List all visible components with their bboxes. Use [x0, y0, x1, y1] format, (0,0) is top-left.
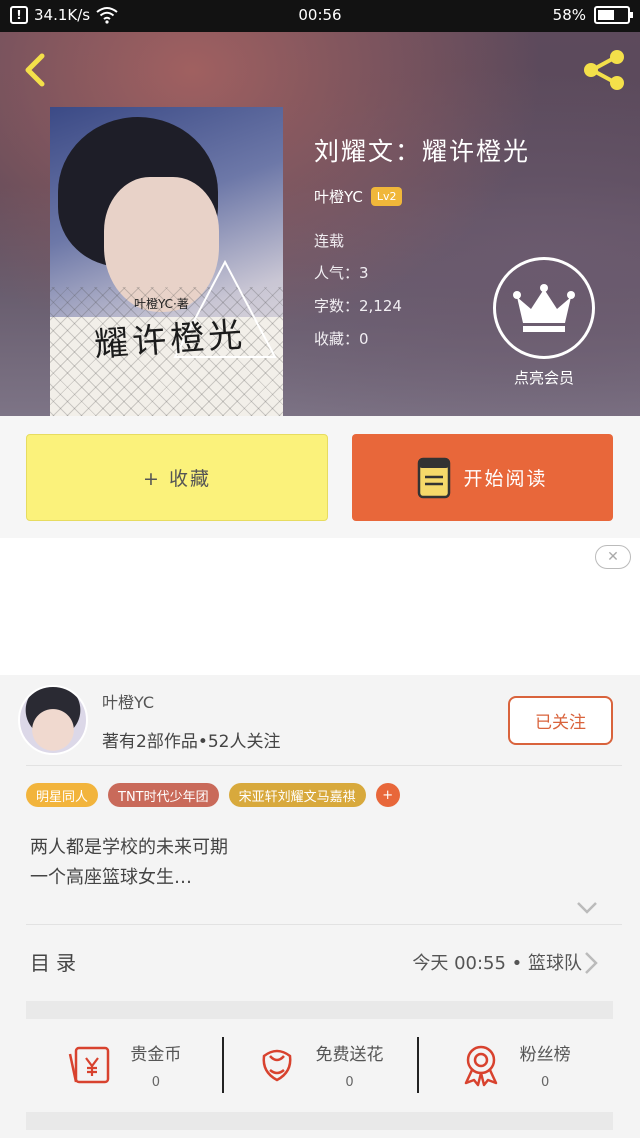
latest-chapter: 今天 00:55 • 篮球队 — [412, 953, 582, 974]
stat-text: 贵金币 0 — [130, 1040, 181, 1090]
medal-icon — [464, 1045, 497, 1087]
fan-ranking-stat[interactable]: 粉丝榜 0 — [417, 1019, 613, 1111]
book-title: 刘耀文：耀许橙光 — [314, 137, 531, 166]
back-icon[interactable] — [18, 50, 54, 90]
start-reading-label: 开始阅读 — [463, 468, 548, 490]
flower-icon — [262, 1049, 291, 1082]
card-author-stats: 著有2部作品•52人关注 — [102, 732, 281, 752]
book-favorites: 收藏：0 — [314, 330, 369, 348]
avatar[interactable] — [18, 685, 88, 755]
follow-button[interactable]: 已关注 — [508, 696, 613, 745]
gold-coin-stat[interactable]: 贵金币 0 — [26, 1019, 222, 1111]
start-reading-button[interactable]: 开始阅读 — [352, 434, 613, 521]
catalog-row[interactable]: 目录 今天 00:55 • 篮球队 — [0, 925, 640, 1001]
author-name[interactable]: 叶橙YC — [314, 186, 363, 207]
book-word-count: 字数：2,124 — [314, 297, 402, 315]
stat-label: 免费送花 — [315, 1045, 384, 1065]
cover-byline: 叶橙YC·著 — [134, 297, 189, 311]
collect-button[interactable]: + 收藏 — [26, 434, 328, 521]
chevron-right-icon — [585, 952, 598, 974]
section-separator — [26, 1112, 613, 1130]
action-bar: + 收藏 开始阅读 — [0, 416, 640, 538]
level-badge: Lv2 — [370, 187, 403, 206]
add-tag-button[interactable]: + — [375, 783, 400, 807]
author-card: 叶橙YC 著有2部作品•52人关注 已关注 明星同人 TNT时代少年团 宋亚轩刘… — [0, 675, 640, 1138]
tag-item[interactable]: TNT时代少年团 — [108, 783, 219, 807]
divider — [26, 765, 622, 766]
chevron-down-icon[interactable] — [576, 901, 598, 915]
book-cover[interactable]: 叶橙YC·著 耀许橙光 — [50, 107, 283, 416]
description-line: 一个高座篮球女生… — [30, 867, 192, 888]
book-status: 连载 — [314, 232, 345, 250]
stat-text: 粉丝榜 0 — [520, 1040, 571, 1090]
description-line: 两人都是学校的未来可期 — [30, 837, 228, 858]
tag-item[interactable]: 宋亚轩刘耀文马嘉祺 — [228, 783, 366, 807]
stat-value: 0 — [345, 1075, 354, 1090]
red-envelope-icon — [69, 1046, 110, 1084]
stat-value: 0 — [541, 1075, 550, 1090]
battery-icon — [594, 6, 633, 24]
book-icon — [418, 457, 451, 498]
stat-label: 粉丝榜 — [519, 1045, 571, 1065]
ad-area: ✕ — [0, 538, 640, 675]
stats-row: 贵金币 0 免费送花 0 粉丝榜 0 — [26, 1019, 613, 1111]
vip-label: 点亮会员 — [513, 369, 574, 387]
book-description[interactable]: 两人都是学校的未来可期 一个高座篮球女生… — [30, 833, 228, 893]
book-popularity: 人气：3 — [314, 264, 369, 282]
card-author-name[interactable]: 叶橙YC — [102, 689, 154, 713]
book-header: 叶橙YC·著 耀许橙光 刘耀文：耀许橙光 叶橙YC Lv2 连载 人气：3 字数… — [0, 32, 640, 416]
tag-item[interactable]: 明星同人 — [26, 783, 99, 807]
catalog-label: 目录 — [30, 951, 82, 975]
stat-text: 免费送花 0 — [316, 1040, 384, 1090]
battery-fill — [598, 10, 615, 20]
free-flower-stat[interactable]: 免费送花 0 — [221, 1019, 418, 1111]
share-icon[interactable] — [580, 48, 628, 92]
tag-list: 明星同人 TNT时代少年团 宋亚轩刘耀文马嘉祺 + — [26, 783, 400, 807]
stat-value: 0 — [151, 1075, 160, 1090]
author-row: 叶橙YC Lv2 — [314, 186, 403, 207]
stat-label: 贵金币 — [130, 1045, 182, 1065]
clock: 00:56 — [298, 6, 342, 24]
vip-button[interactable]: 点亮会员 — [493, 257, 595, 388]
status-right: 58% — [552, 6, 633, 24]
status-bar: ! 34.1K/s 00:56 58% — [0, 0, 640, 32]
section-separator — [26, 1001, 613, 1019]
vip-circle — [493, 257, 595, 359]
close-icon[interactable]: ✕ — [595, 545, 631, 569]
crown-icon — [513, 284, 575, 332]
battery-percent: 58% — [552, 6, 586, 24]
